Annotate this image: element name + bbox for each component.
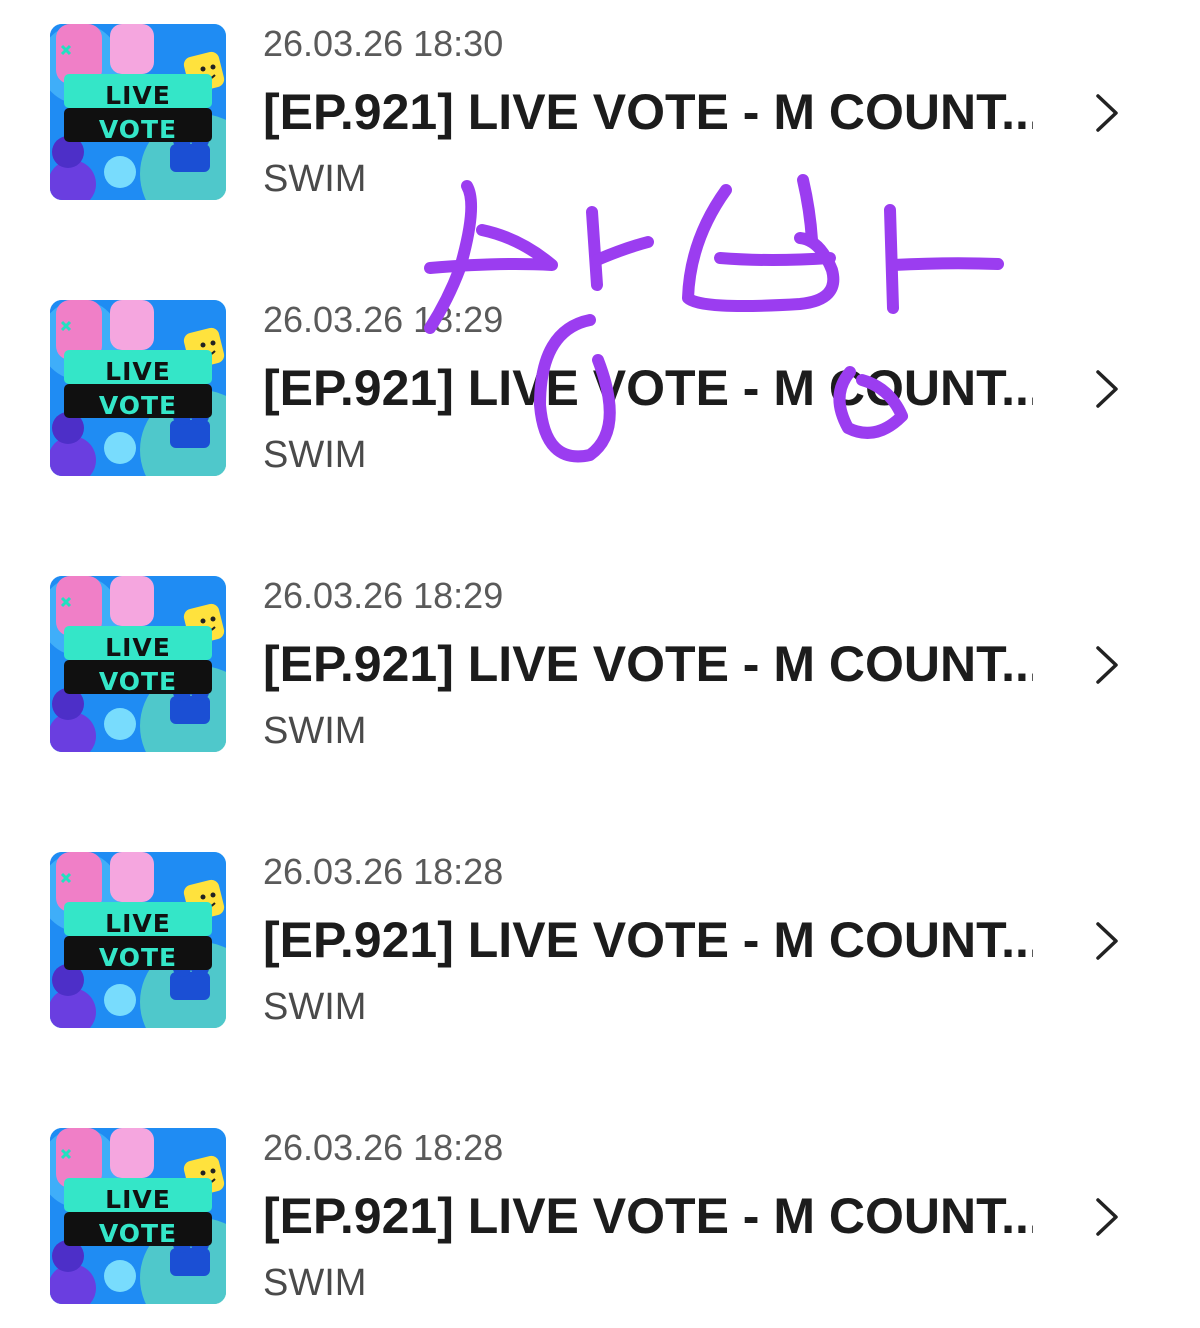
item-title: [EP.921] LIVE VOTE - M COUNT... bbox=[263, 84, 1033, 140]
vote-list-item[interactable]: LIVE VOTE 26.03.26 18:28 [EP.921] LIVE V… bbox=[0, 852, 1200, 1052]
item-timestamp: 26.03.26 18:30 bbox=[263, 23, 504, 64]
thumbnail-vote-label: VOTE bbox=[98, 943, 178, 972]
chevron-right-icon bbox=[1096, 370, 1118, 408]
vote-list-item[interactable]: LIVE VOTE 26.03.26 18:29 [EP.921] LIVE V… bbox=[0, 300, 1200, 500]
live-vote-thumbnail: LIVE VOTE bbox=[50, 1128, 226, 1304]
item-timestamp: 26.03.26 18:28 bbox=[263, 851, 504, 892]
chevron-right-icon bbox=[1096, 94, 1118, 132]
thumbnail-artwork bbox=[50, 1128, 226, 1304]
thumbnail-vote-label: VOTE bbox=[98, 115, 178, 144]
thumbnail-vote-label: VOTE bbox=[98, 1219, 178, 1248]
thumbnail-artwork bbox=[50, 852, 226, 1028]
item-song-name: SWIM bbox=[263, 434, 367, 476]
thumbnail-live-label: LIVE bbox=[105, 1185, 171, 1214]
chevron-right-icon bbox=[1096, 922, 1118, 960]
thumbnail-vote-label: VOTE bbox=[98, 391, 178, 420]
thumbnail-vote-label: VOTE bbox=[98, 667, 178, 696]
item-title: [EP.921] LIVE VOTE - M COUNT... bbox=[263, 912, 1033, 968]
thumbnail-artwork bbox=[50, 576, 226, 752]
vote-list-item[interactable]: LIVE VOTE 26.03.26 18:30 [EP.921] LIVE V… bbox=[0, 24, 1200, 224]
item-timestamp: 26.03.26 18:29 bbox=[263, 299, 504, 340]
thumbnail-artwork bbox=[50, 24, 226, 200]
thumbnail-live-label: LIVE bbox=[105, 81, 171, 110]
item-timestamp: 26.03.26 18:28 bbox=[263, 1127, 504, 1168]
item-title: [EP.921] LIVE VOTE - M COUNT... bbox=[263, 360, 1033, 416]
item-song-name: SWIM bbox=[263, 1262, 367, 1304]
live-vote-thumbnail: LIVE VOTE bbox=[50, 852, 226, 1028]
item-song-name: SWIM bbox=[263, 710, 367, 752]
thumbnail-live-label: LIVE bbox=[105, 357, 171, 386]
thumbnail-artwork bbox=[50, 300, 226, 476]
item-song-name: SWIM bbox=[263, 158, 367, 200]
item-title: [EP.921] LIVE VOTE - M COUNT... bbox=[263, 1188, 1033, 1244]
vote-list-item[interactable]: LIVE VOTE 26.03.26 18:29 [EP.921] LIVE V… bbox=[0, 576, 1200, 776]
item-timestamp: 26.03.26 18:29 bbox=[263, 575, 504, 616]
item-song-name: SWIM bbox=[263, 986, 367, 1028]
thumbnail-live-label: LIVE bbox=[105, 909, 171, 938]
thumbnail-live-label: LIVE bbox=[105, 633, 171, 662]
item-title: [EP.921] LIVE VOTE - M COUNT... bbox=[263, 636, 1033, 692]
live-vote-thumbnail: LIVE VOTE bbox=[50, 24, 226, 200]
vote-list-item[interactable]: LIVE VOTE 26.03.26 18:28 [EP.921] LIVE V… bbox=[0, 1128, 1200, 1328]
chevron-right-icon bbox=[1096, 646, 1118, 684]
live-vote-thumbnail: LIVE VOTE bbox=[50, 576, 226, 752]
live-vote-thumbnail: LIVE VOTE bbox=[50, 300, 226, 476]
vote-list: LIVE VOTE 26.03.26 18:30 [EP.921] LIVE V… bbox=[0, 0, 1200, 1326]
chevron-right-icon bbox=[1096, 1198, 1118, 1236]
